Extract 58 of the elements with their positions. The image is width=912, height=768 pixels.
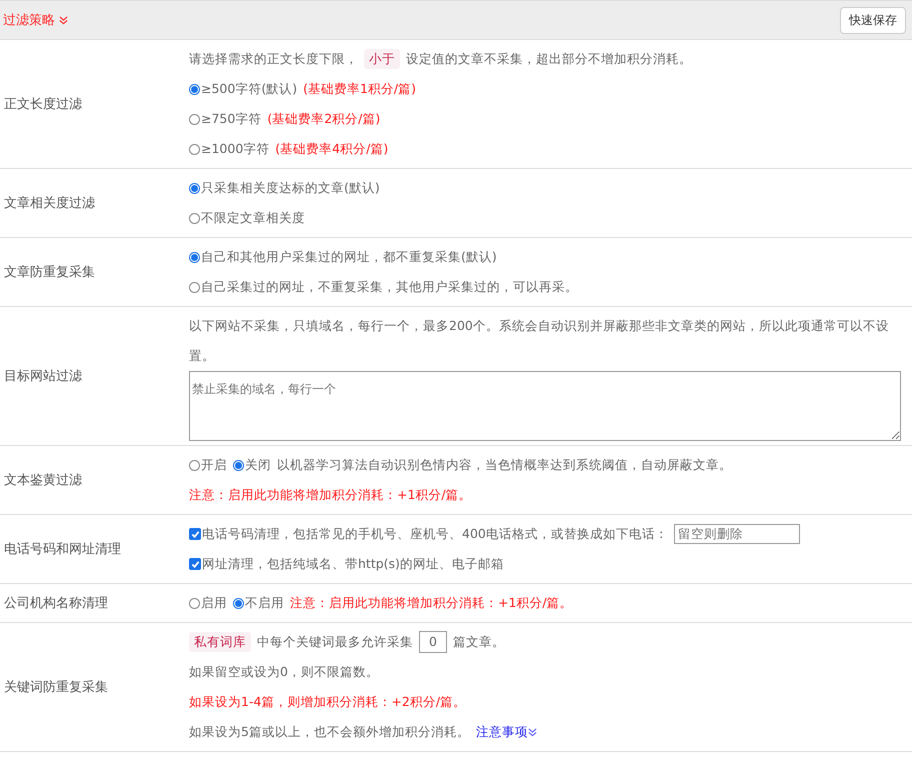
- radio-option[interactable]: 不启用: [233, 588, 284, 618]
- radio-option[interactable]: 自己采集过的网址，不重复采集，其他用户采集过的，可以再采。: [189, 272, 578, 302]
- checkbox-icon[interactable]: [189, 528, 201, 540]
- section-title[interactable]: 过滤策略: [3, 11, 68, 29]
- text: 如果留空或设为0，则不限篇数。: [189, 663, 379, 681]
- setting-label: 文章相关度过滤: [3, 195, 96, 212]
- radio-option[interactable]: 只采集相关度达标的文章(默认): [189, 173, 380, 203]
- note-text: 注意：启用此功能将增加积分消耗：+1积分/篇。: [189, 486, 472, 504]
- text: 如果设为5篇或以上，也不会额外增加积分消耗。: [189, 723, 470, 741]
- quick-save-button[interactable]: 快速保存: [840, 6, 906, 34]
- chevron-icon: [59, 16, 68, 24]
- checkbox-option[interactable]: 电话号码清理，包括常见的手机号、座机号、400电话格式，或替换成如下电话：: [189, 519, 668, 549]
- radio-option[interactable]: 关闭: [233, 450, 271, 480]
- setting-label: 公司机构名称清理: [3, 595, 109, 612]
- note-text: 如果设为1-4篇，则增加积分消耗：+2积分/篇。: [189, 693, 466, 711]
- radio-icon[interactable]: [189, 84, 200, 94]
- radio-icon[interactable]: [189, 282, 200, 292]
- radio-option[interactable]: ≥500字符(默认): [189, 74, 298, 104]
- checkbox-icon[interactable]: [189, 558, 201, 570]
- radio-icon[interactable]: [233, 598, 244, 608]
- radio-option[interactable]: 开启: [189, 450, 227, 480]
- setting-label: 目标网站过滤: [3, 368, 83, 385]
- radio-icon[interactable]: [189, 182, 200, 194]
- radio-icon[interactable]: [189, 460, 200, 470]
- setting-label: 关键词防重复采集: [3, 679, 109, 696]
- setting-label: 文章防重复采集: [3, 264, 96, 281]
- radio-icon[interactable]: [189, 114, 200, 124]
- radio-option[interactable]: 自己和其他用户采集过的网址，都不重复采集(默认): [189, 242, 497, 272]
- number-input-field[interactable]: 0: [419, 631, 447, 653]
- radio-option[interactable]: ≥750字符: [189, 104, 262, 134]
- text: 篇文章。: [453, 633, 505, 651]
- text: 以下网站不采集，只填域名，每行一个，最多200个。系统会自动识别并屏蔽那些非文章类的网站，所以此项通常可以不设置。: [189, 317, 890, 365]
- domain-textarea[interactable]: 禁止采集的域名，每行一个: [189, 371, 901, 441]
- checkbox-option[interactable]: 网址清理，包括纯域名、带http(s)的网址、电子邮箱: [189, 549, 504, 579]
- radio-icon[interactable]: [233, 460, 244, 470]
- phone-input-field[interactable]: 留空则删除: [674, 524, 800, 544]
- radio-option[interactable]: 不限定文章相关度: [189, 203, 305, 233]
- chevron-icon: [528, 728, 537, 736]
- note-text: (基础费率2积分/篇): [267, 110, 380, 128]
- text: 以机器学习算法自动识别色情内容，当色情概率达到系统阈值，自动屏蔽文章。: [277, 456, 732, 474]
- radio-icon[interactable]: [189, 212, 200, 224]
- setting-label: 正文长度过滤: [3, 96, 83, 113]
- note-text: 注意：启用此功能将增加积分消耗：+1积分/篇。: [290, 594, 573, 612]
- keyword-tag: 小于: [364, 49, 400, 69]
- setting-label: 电话号码和网址清理: [3, 541, 122, 558]
- text: 中每个关键词最多允许采集: [257, 633, 413, 651]
- setting-label: 文本鉴黄过滤: [3, 472, 83, 489]
- text: 设定值的文章不采集，超出部分不增加积分消耗。: [406, 50, 692, 68]
- radio-option[interactable]: ≥1000字符: [189, 134, 270, 164]
- keyword-tag: 私有词库: [189, 632, 251, 652]
- radio-icon[interactable]: [189, 598, 200, 608]
- notes-link[interactable]: 注意事项: [476, 717, 537, 747]
- radio-option[interactable]: 启用: [189, 588, 227, 618]
- text: 请选择需求的正文长度下限，: [189, 50, 358, 68]
- radio-icon[interactable]: [189, 144, 200, 154]
- note-text: (基础费率4积分/篇): [275, 140, 388, 158]
- note-text: (基础费率1积分/篇): [303, 80, 416, 98]
- radio-icon[interactable]: [189, 252, 200, 262]
